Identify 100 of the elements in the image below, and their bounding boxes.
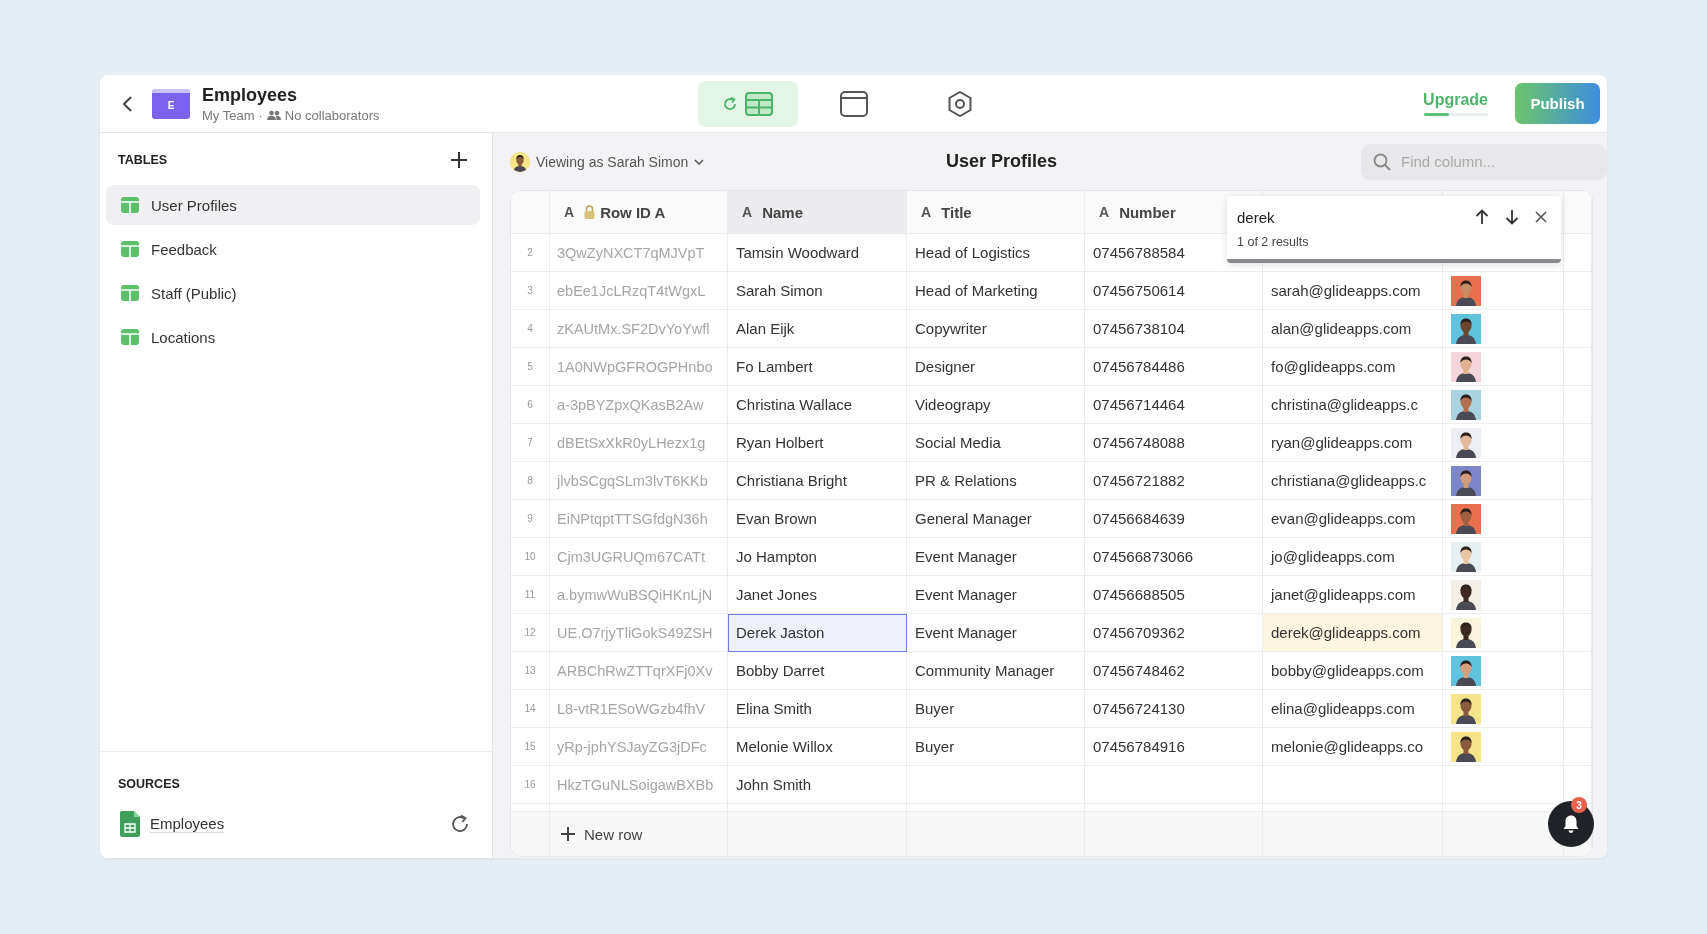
column-header[interactable]: A Row ID A: [550, 191, 728, 234]
column-label: Number: [1119, 203, 1176, 221]
row-number: 7: [511, 424, 550, 462]
table-cell: 07456784916: [1085, 728, 1263, 766]
table-cell: 07456748088: [1085, 424, 1263, 462]
table-cell: 07456784486: [1085, 348, 1263, 386]
table-cell[interactable]: Derek Jaston: [728, 614, 907, 652]
table-cell: zKAUtMx.SF2DvYoYwfl: [550, 310, 728, 348]
table-cell: Community Manager: [907, 652, 1085, 690]
column-header[interactable]: A Title: [907, 191, 1085, 234]
table-cell[interactable]: John Smith: [728, 766, 907, 804]
add-button[interactable]: [448, 149, 470, 171]
row-number: 14: [511, 690, 550, 728]
table-cell: jo@glideapps.com: [1263, 538, 1443, 576]
app-title: Employees: [202, 84, 299, 106]
column-header[interactable]: A Name: [728, 191, 907, 234]
row-number: 8: [511, 462, 550, 500]
table-cell: Designer: [907, 348, 1085, 386]
table-cell: 07456748462: [1085, 652, 1263, 690]
table-cell: sarah@glideapps.com: [1263, 272, 1443, 310]
previous-result-button[interactable]: [1473, 207, 1491, 227]
table-cell[interactable]: Ryan Holbert: [728, 424, 907, 462]
table-cell[interactable]: Christiana Bright: [728, 462, 907, 500]
sidebar-item[interactable]: Feedback: [106, 229, 480, 269]
table-cell: Event Manager: [907, 576, 1085, 614]
table-cell: 3QwZyNXCT7qMJVpT: [550, 234, 728, 272]
table-cell: derek@glideapps.com: [1263, 614, 1443, 652]
section-heading: TABLES: [118, 153, 168, 167]
search-field[interactable]: Find column...: [1361, 143, 1607, 180]
table-cell: fo@glideapps.com: [1263, 348, 1443, 386]
table-cell[interactable]: Evan Brown: [728, 500, 907, 538]
table-cell[interactable]: Alan Eijk: [728, 310, 907, 348]
close-button[interactable]: [1533, 209, 1549, 225]
row-number: 11: [511, 576, 550, 614]
column-label: Title: [941, 203, 972, 221]
table-cell[interactable]: Tamsin Woodward: [728, 234, 907, 272]
table-icon: [120, 284, 140, 302]
table-cell[interactable]: Jo Hampton: [728, 538, 907, 576]
table-cell: 07456724130: [1085, 690, 1263, 728]
table-cell: Cjm3UGRUQm67CATt: [550, 538, 728, 576]
plus-icon: [450, 151, 468, 169]
plus-icon: [560, 826, 576, 842]
table-cell: melonie@glideapps.co: [1263, 728, 1443, 766]
table-cell: elina@glideapps.com: [1263, 690, 1443, 728]
table-cell: 07456688505: [1085, 576, 1263, 614]
sidebar-item[interactable]: Locations: [106, 317, 480, 357]
table-cell[interactable]: Sarah Simon: [728, 272, 907, 310]
row-number: 13: [511, 652, 550, 690]
table-cell: 07456738104: [1085, 310, 1263, 348]
data-tab[interactable]: [698, 80, 798, 127]
row-number: 16: [511, 766, 550, 804]
table-cell[interactable]: Melonie Willox: [728, 728, 907, 766]
table-cell: jlvbSCgqSLm3lvT6KKb: [550, 462, 728, 500]
column-label: Name: [762, 203, 803, 221]
table-cell: ryan@glideapps.com: [1263, 424, 1443, 462]
row-number: 4: [511, 310, 550, 348]
row-number: 5: [511, 348, 550, 386]
viewing-as-dropdown[interactable]: Viewing as Sarah Simon: [510, 151, 946, 172]
arrow-up-icon: [1475, 209, 1489, 225]
sidebar-item[interactable]: Staff (Public): [106, 273, 480, 313]
table-cell: Head of Marketing: [907, 272, 1085, 310]
row-number: 12: [511, 614, 550, 652]
chevron-down-icon: [694, 158, 705, 165]
table-cell: Copywriter: [907, 310, 1085, 348]
search-icon: [1373, 152, 1391, 171]
new-row-button[interactable]: New row: [560, 819, 643, 849]
table-cell: christina@glideapps.c: [1263, 386, 1443, 424]
collaborators-label: No collaborators: [284, 107, 380, 123]
settings-icon: [948, 90, 972, 117]
close-icon: [1535, 211, 1547, 223]
table-cell: a-3pBYZpxQKasB2Aw: [550, 386, 728, 424]
type-glyph: A: [564, 204, 575, 220]
next-result-button[interactable]: [1503, 207, 1521, 227]
table-cell[interactable]: Elina Smith: [728, 690, 907, 728]
table-cell: Videograpy: [907, 386, 1085, 424]
refresh-icon[interactable]: [450, 814, 470, 834]
row-number: 3: [511, 272, 550, 310]
table-cell: Buyer: [907, 728, 1085, 766]
table-cell: evan@glideapps.com: [1263, 500, 1443, 538]
table-cell: PR & Relations: [907, 462, 1085, 500]
table-cell[interactable]: Bobby Darret: [728, 652, 907, 690]
row-number: 2: [511, 234, 550, 272]
table-cell: dBEtSxXkR0yLHezx1g: [550, 424, 728, 462]
row-number: 15: [511, 728, 550, 766]
app-icon[interactable]: E: [152, 88, 190, 119]
people-icon: [266, 110, 281, 120]
table-icon: [745, 91, 773, 116]
table-cell: christiana@glideapps.c: [1263, 462, 1443, 500]
source-name[interactable]: Employees: [150, 815, 225, 833]
row-number: 9: [511, 500, 550, 538]
table-title: User Profiles: [946, 151, 1059, 172]
table-cell: 07456721882: [1085, 462, 1263, 500]
table-cell: 074566873066: [1085, 538, 1263, 576]
bell-icon: [1562, 814, 1580, 834]
type-glyph: A: [921, 204, 932, 220]
table-cell[interactable]: Christina Wallace: [728, 386, 907, 424]
type-glyph: A: [742, 204, 753, 220]
table-cell: 07456714464: [1085, 386, 1263, 424]
table-cell[interactable]: Fo Lambert: [728, 348, 907, 386]
sidebar-item[interactable]: User Profiles: [106, 185, 480, 225]
